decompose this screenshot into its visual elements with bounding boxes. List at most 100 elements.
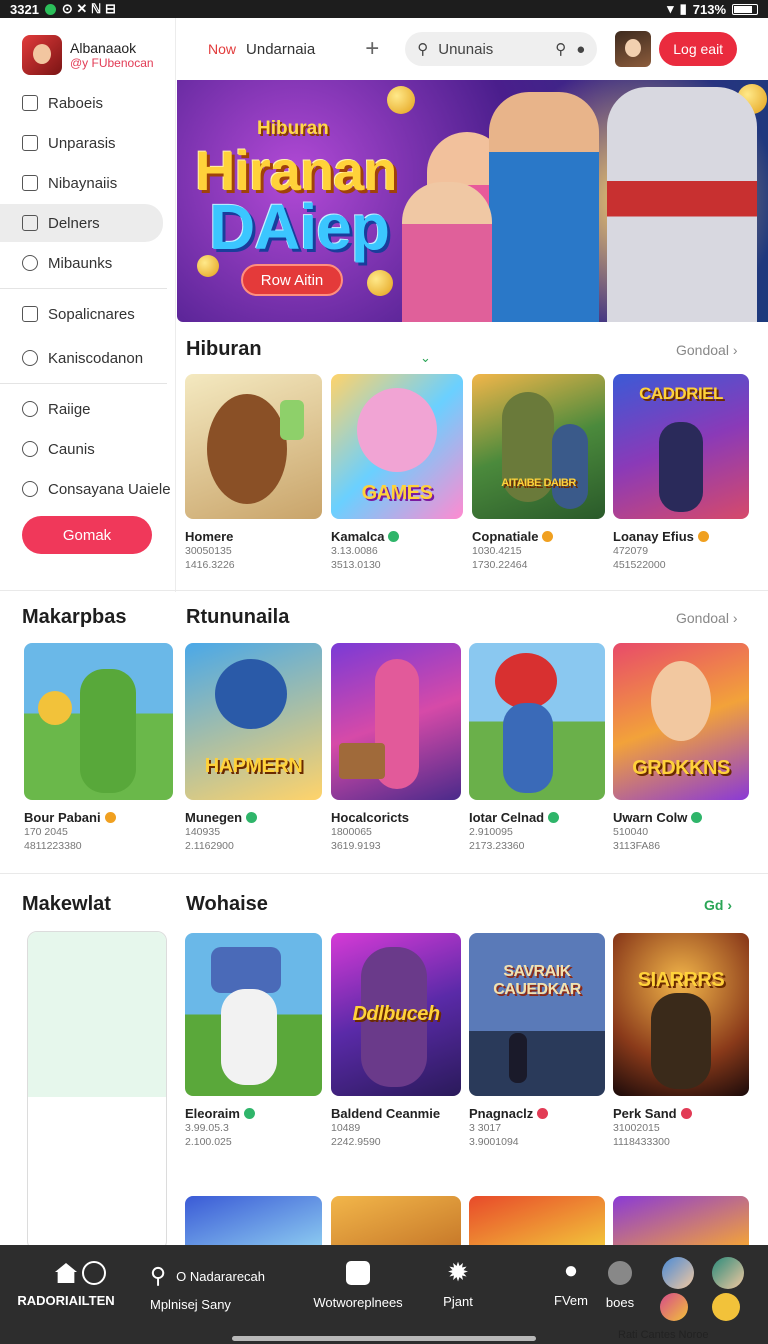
game-stat: 2.100.025 xyxy=(185,1136,232,1148)
search-icon: ⚲ xyxy=(417,41,429,58)
nav-label: Wotworeplnees xyxy=(313,1295,403,1310)
character-figure xyxy=(215,659,287,729)
game-card[interactable]: Homere 30050135 1416.3226 xyxy=(185,374,322,572)
game-card[interactable]: Bour Pabani 170 2045 4811223380 xyxy=(24,643,173,853)
game-stat: 2173.23360 xyxy=(469,840,525,852)
hero-banner[interactable]: Hiburan Hiranan DAiep Row Aitin xyxy=(177,80,768,322)
game-stat: 3113FA86 xyxy=(613,840,661,852)
game-thumbnail: HAPMERN xyxy=(185,643,322,800)
mascot-figure xyxy=(607,87,757,322)
game-card[interactable] xyxy=(613,1196,749,1245)
thumbnail-title: SIARRRS xyxy=(637,969,725,991)
character-figure xyxy=(221,989,277,1085)
game-thumbnail: SAVRAIK CAUEDKAR xyxy=(469,933,605,1096)
friend-avatar[interactable] xyxy=(662,1257,694,1289)
game-stat: 1800065 xyxy=(331,826,372,838)
sidebar-item-label: Kaniscodanon xyxy=(48,349,144,367)
sidebar-item-label: Sopalicnares xyxy=(48,305,135,323)
user-avatar[interactable] xyxy=(615,31,652,67)
sidebar-action-button[interactable]: Gomak xyxy=(22,516,152,554)
verified-badge-icon xyxy=(691,812,703,823)
game-title: Baldend Ceanmie xyxy=(331,1106,441,1121)
nav-item-search[interactable]: ⚲ O Nadararecah Mplnisej Sany xyxy=(150,1245,280,1312)
page-title: Undarnaia xyxy=(246,40,316,58)
game-title: Perk Sand xyxy=(613,1106,677,1121)
hero-cta-button[interactable]: Row Aitin xyxy=(241,264,343,296)
emoji-avatar[interactable] xyxy=(712,1293,740,1321)
game-card[interactable]: AITAIBE DAIBR Copnatiale 1030.4215 1730.… xyxy=(472,374,605,572)
thumbnail-title: Ddlbuceh xyxy=(352,1003,440,1025)
nav-item-profile[interactable]: ● FVem xyxy=(546,1245,596,1308)
game-stat: 10489 xyxy=(331,1122,361,1134)
game-card[interactable] xyxy=(185,1196,322,1245)
game-card[interactable]: CADDRIEL Loanay Efius 472079 451522000 xyxy=(613,374,749,572)
see-all-link[interactable]: Gondoal › xyxy=(676,610,737,626)
game-card[interactable]: SAVRAIK CAUEDKAR Pnagnaclz 3 3017 3.9001… xyxy=(469,933,605,1149)
game-card[interactable]: Ddlbuceh Baldend Ceanmie 10489 2242.9590 xyxy=(331,933,461,1149)
sidebar-item-delners[interactable]: Delners xyxy=(0,204,163,242)
character-figure xyxy=(503,703,553,793)
top-bar: Now Undarnaia + ⚲ Ununais ⚲ ● Log eait xyxy=(176,18,768,80)
game-stat: 30050135 xyxy=(185,545,232,557)
game-card[interactable]: SIARRRS Perk Sand 31002015 1118433300 xyxy=(613,933,749,1149)
friend-avatar[interactable] xyxy=(660,1293,688,1321)
game-card[interactable]: GAMES Kamalca 3.13.0086 3513.0130 xyxy=(331,374,463,572)
game-card[interactable]: GRDKKNS Uwarn Colw 510040 3113FA86 xyxy=(613,643,749,853)
add-button[interactable]: + xyxy=(365,35,379,63)
sidebar-item-raboeis[interactable]: Raboeis xyxy=(0,84,175,122)
verified-badge-icon xyxy=(246,812,258,823)
friend-avatar[interactable] xyxy=(712,1257,744,1289)
verified-badge-icon xyxy=(243,1108,255,1119)
chat-icon xyxy=(608,1261,632,1285)
nav-item-games[interactable]: Wotworeplnees xyxy=(312,1245,404,1310)
game-card[interactable]: Iotar Celnad 2.910095 2173.23360 xyxy=(469,643,605,853)
avatar xyxy=(22,35,62,75)
sidebar-item-mibaunks[interactable]: Mibaunks xyxy=(0,244,175,282)
profile[interactable]: Albanaaok @y FUbenocan xyxy=(0,18,175,80)
game-card[interactable]: Hocalcoricts 1800065 3619.9193 xyxy=(331,643,461,853)
section-title: Hiburan xyxy=(186,338,262,360)
search-input[interactable]: ⚲ Ununais ⚲ ● xyxy=(405,32,598,66)
game-title: Homere xyxy=(185,529,234,544)
notification-dot-icon xyxy=(44,3,56,15)
info-icon[interactable] xyxy=(82,1261,106,1285)
game-card[interactable] xyxy=(469,1196,605,1245)
thumbnail-title: GAMES xyxy=(361,482,433,504)
nav-search-text: O Nadararecah xyxy=(176,1268,266,1284)
sidebar-item-unparasis[interactable]: Unparasis xyxy=(0,124,175,162)
game-stat: 3 3017 xyxy=(469,1122,502,1134)
apple-icon[interactable]: ● xyxy=(576,41,585,58)
login-button[interactable]: Log eait xyxy=(659,32,738,66)
game-stat: 2242.9590 xyxy=(331,1136,381,1148)
game-card[interactable]: Eleoraim 3.99.05.3 2.100.025 xyxy=(185,933,322,1149)
game-title: Uwarn Colw xyxy=(613,810,688,825)
thumbnail-title: SAVRAIK CAUEDKAR xyxy=(493,963,581,998)
see-all-link[interactable]: Gd › xyxy=(704,897,732,913)
nav-item-settings[interactable]: ✹ Pjant xyxy=(430,1245,486,1309)
game-card[interactable] xyxy=(331,1196,461,1245)
game-stat: 510040 xyxy=(613,826,649,838)
sidebar-item-raiige[interactable]: Raiige xyxy=(0,390,175,428)
home-indicator[interactable] xyxy=(232,1336,536,1341)
nav-item-chat[interactable]: boes xyxy=(600,1245,640,1310)
thumbnail-title: CADDRIEL xyxy=(639,384,723,403)
tab-now[interactable]: Now xyxy=(208,41,236,57)
divider xyxy=(0,383,167,384)
sidebar-item-label: Caunis xyxy=(48,440,95,458)
game-title: Bour Pabani xyxy=(24,810,101,825)
sidebar-item-kaniscodanon[interactable]: Kaniscodanon xyxy=(0,339,175,377)
section-divider xyxy=(0,873,768,874)
verified-badge-icon xyxy=(388,531,400,542)
sidebar-item-sopalicnares[interactable]: Sopalicnares xyxy=(0,295,175,333)
nav-label: boes xyxy=(605,1295,635,1310)
chevron-down-icon[interactable]: ⌄ xyxy=(420,350,431,366)
user-icon: ● xyxy=(563,1257,579,1284)
cup-icon xyxy=(280,400,304,440)
sidebar-item-caunis[interactable]: Caunis xyxy=(0,430,175,468)
sidebar-item-consayana[interactable]: Consayana Uaiele xyxy=(0,470,175,508)
verified-badge-icon xyxy=(548,812,560,823)
sidebar-item-nibaynaiis[interactable]: Nibaynaiis xyxy=(0,164,175,202)
see-all-link[interactable]: Gondoal › xyxy=(676,342,737,358)
sidebar-item-label: Raiige xyxy=(48,400,91,418)
game-card[interactable]: HAPMERN Munegen 140935 2.1162900 xyxy=(185,643,322,853)
